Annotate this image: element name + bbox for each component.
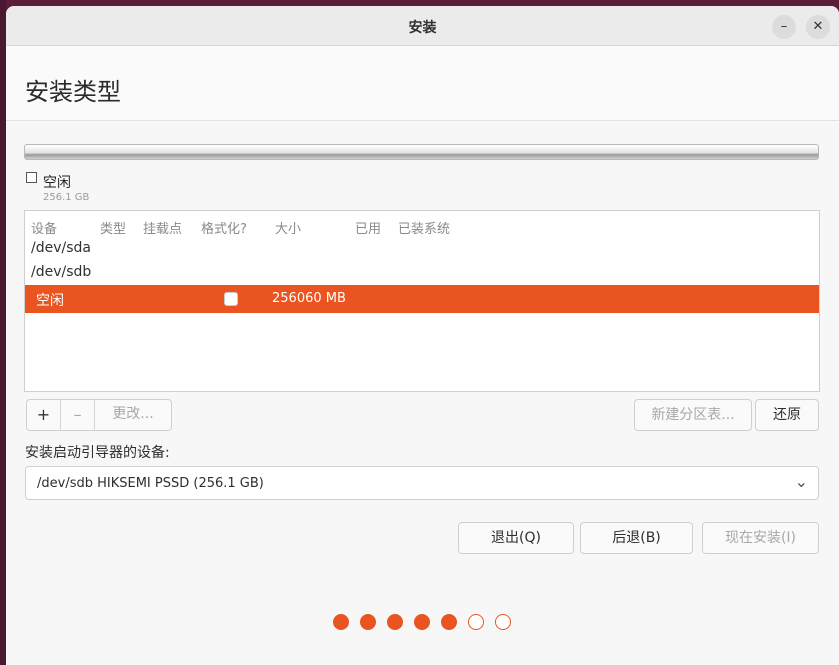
column-header-type[interactable]: 类型 (100, 218, 126, 237)
partition-bar (24, 144, 819, 160)
progress-dots (333, 614, 533, 632)
column-header-format[interactable]: 格式化? (201, 218, 247, 237)
column-header-device[interactable]: 设备 (31, 218, 57, 237)
titlebar: 安装 – ✕ (6, 6, 839, 46)
column-header-mount[interactable]: 挂载点 (143, 218, 182, 237)
row-device: /dev/sdb (31, 264, 92, 280)
bootloader-device-select[interactable]: /dev/sdb HIKSEMI PSSD (256.1 GB) ⌄ (25, 466, 819, 500)
progress-dot-complete (387, 614, 403, 630)
bootloader-selected-value: /dev/sdb HIKSEMI PSSD (256.1 GB) (37, 476, 264, 491)
table-row-selected[interactable]: 空闲 256060 MB (25, 285, 819, 313)
partition-edit-buttons: + – 更改... (26, 399, 172, 431)
installer-window: 安装 – ✕ 安装类型 空闲 256.1 GB 设备 类型 挂载点 格式化? 大… (6, 6, 839, 665)
row-size: 256060 MB (272, 291, 346, 306)
progress-dot-pending (468, 614, 484, 630)
close-button[interactable]: ✕ (806, 15, 830, 39)
main-content: 空闲 256.1 GB 设备 类型 挂载点 格式化? 大小 已用 已装系统 /d… (6, 122, 839, 665)
page-header: 安装类型 (6, 46, 839, 121)
legend-size: 256.1 GB (43, 192, 90, 203)
change-partition-button[interactable]: 更改... (95, 400, 171, 430)
column-header-size[interactable]: 大小 (275, 218, 301, 237)
back-button[interactable]: 后退(B) (580, 522, 693, 554)
page-title: 安装类型 (25, 78, 121, 106)
chevron-down-icon: ⌄ (794, 472, 808, 491)
progress-dot-complete (333, 614, 349, 630)
progress-dot-pending (495, 614, 511, 630)
bootloader-label: 安装启动引导器的设备: (25, 445, 170, 461)
table-header: 设备 类型 挂载点 格式化? 大小 已用 已装系统 (25, 218, 819, 237)
progress-dot-complete (441, 614, 457, 630)
table-row[interactable]: /dev/sda (25, 238, 819, 264)
row-device: /dev/sda (31, 240, 91, 256)
legend-name: 空闲 (43, 175, 71, 191)
new-partition-table-button[interactable]: 新建分区表... (634, 399, 752, 431)
format-checkbox[interactable] (224, 292, 238, 306)
column-header-used[interactable]: 已用 (355, 218, 381, 237)
row-device: 空闲 (36, 293, 64, 309)
install-now-button[interactable]: 现在安装(I) (702, 522, 819, 554)
revert-button[interactable]: 还原 (755, 399, 819, 431)
add-partition-button[interactable]: + (27, 400, 60, 430)
partition-table: 设备 类型 挂载点 格式化? 大小 已用 已装系统 /dev/sda /dev/… (24, 210, 820, 392)
column-header-system[interactable]: 已装系统 (398, 218, 450, 237)
progress-dot-complete (414, 614, 430, 630)
legend-swatch (26, 172, 37, 183)
window-title: 安装 (408, 20, 437, 36)
minimize-button[interactable]: – (772, 15, 796, 39)
remove-partition-button[interactable]: – (61, 400, 94, 430)
quit-button[interactable]: 退出(Q) (458, 522, 574, 554)
progress-dot-complete (360, 614, 376, 630)
